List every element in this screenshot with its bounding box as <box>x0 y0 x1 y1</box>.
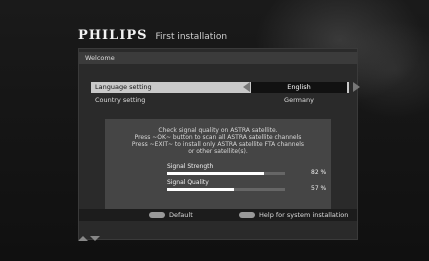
language-setting-row[interactable]: Language setting English <box>91 82 360 93</box>
info-line: or other satellite(s). <box>188 148 248 155</box>
triangle-down-icon <box>90 236 100 241</box>
country-value[interactable]: Germany <box>251 95 347 106</box>
signal-strength-value: 82 % <box>311 169 327 176</box>
signal-quality-track <box>167 188 285 191</box>
triangle-right-icon[interactable] <box>353 82 360 92</box>
brand-logo: PHILIPS <box>78 28 148 43</box>
info-line: Check signal quality on ASTRA satellite. <box>158 127 278 134</box>
country-setting-row[interactable]: Country setting Germany <box>91 95 349 106</box>
nav-arrows <box>78 234 102 244</box>
default-label[interactable]: Default <box>169 209 193 221</box>
signal-quality-fill <box>167 188 235 191</box>
help-label[interactable]: Help for system installation <box>259 209 348 221</box>
signal-quality-label: Signal Quality <box>167 179 209 186</box>
triangle-left-icon[interactable] <box>243 82 250 92</box>
page-title: First installation <box>155 32 228 42</box>
welcome-bar: Welcome <box>79 52 357 64</box>
info-line: Press ~EXIT~ to install only ASTRA satel… <box>131 141 305 148</box>
info-line: Press ~OK~ button to scan all ASTRA sate… <box>134 134 302 141</box>
language-value[interactable]: English <box>251 82 347 93</box>
signal-strength-fill <box>167 172 264 175</box>
key-button-icon <box>149 212 165 218</box>
language-setting-label: Language setting <box>95 83 152 91</box>
signal-strength-label: Signal Strength <box>167 163 214 170</box>
installation-panel: Welcome Language setting English Country… <box>78 48 360 240</box>
header: PHILIPS First installation <box>78 28 227 48</box>
signal-quality-value: 57 % <box>311 185 327 192</box>
footer-bar: Default Help for system installation <box>79 209 357 221</box>
info-box: Check signal quality on ASTRA satellite.… <box>105 119 331 209</box>
signal-strength-track <box>167 172 285 175</box>
key-button-icon <box>239 212 255 218</box>
info-text: Check signal quality on ASTRA satellite.… <box>105 127 331 155</box>
country-setting-label: Country setting <box>95 96 146 104</box>
triangle-up-icon <box>78 236 88 241</box>
